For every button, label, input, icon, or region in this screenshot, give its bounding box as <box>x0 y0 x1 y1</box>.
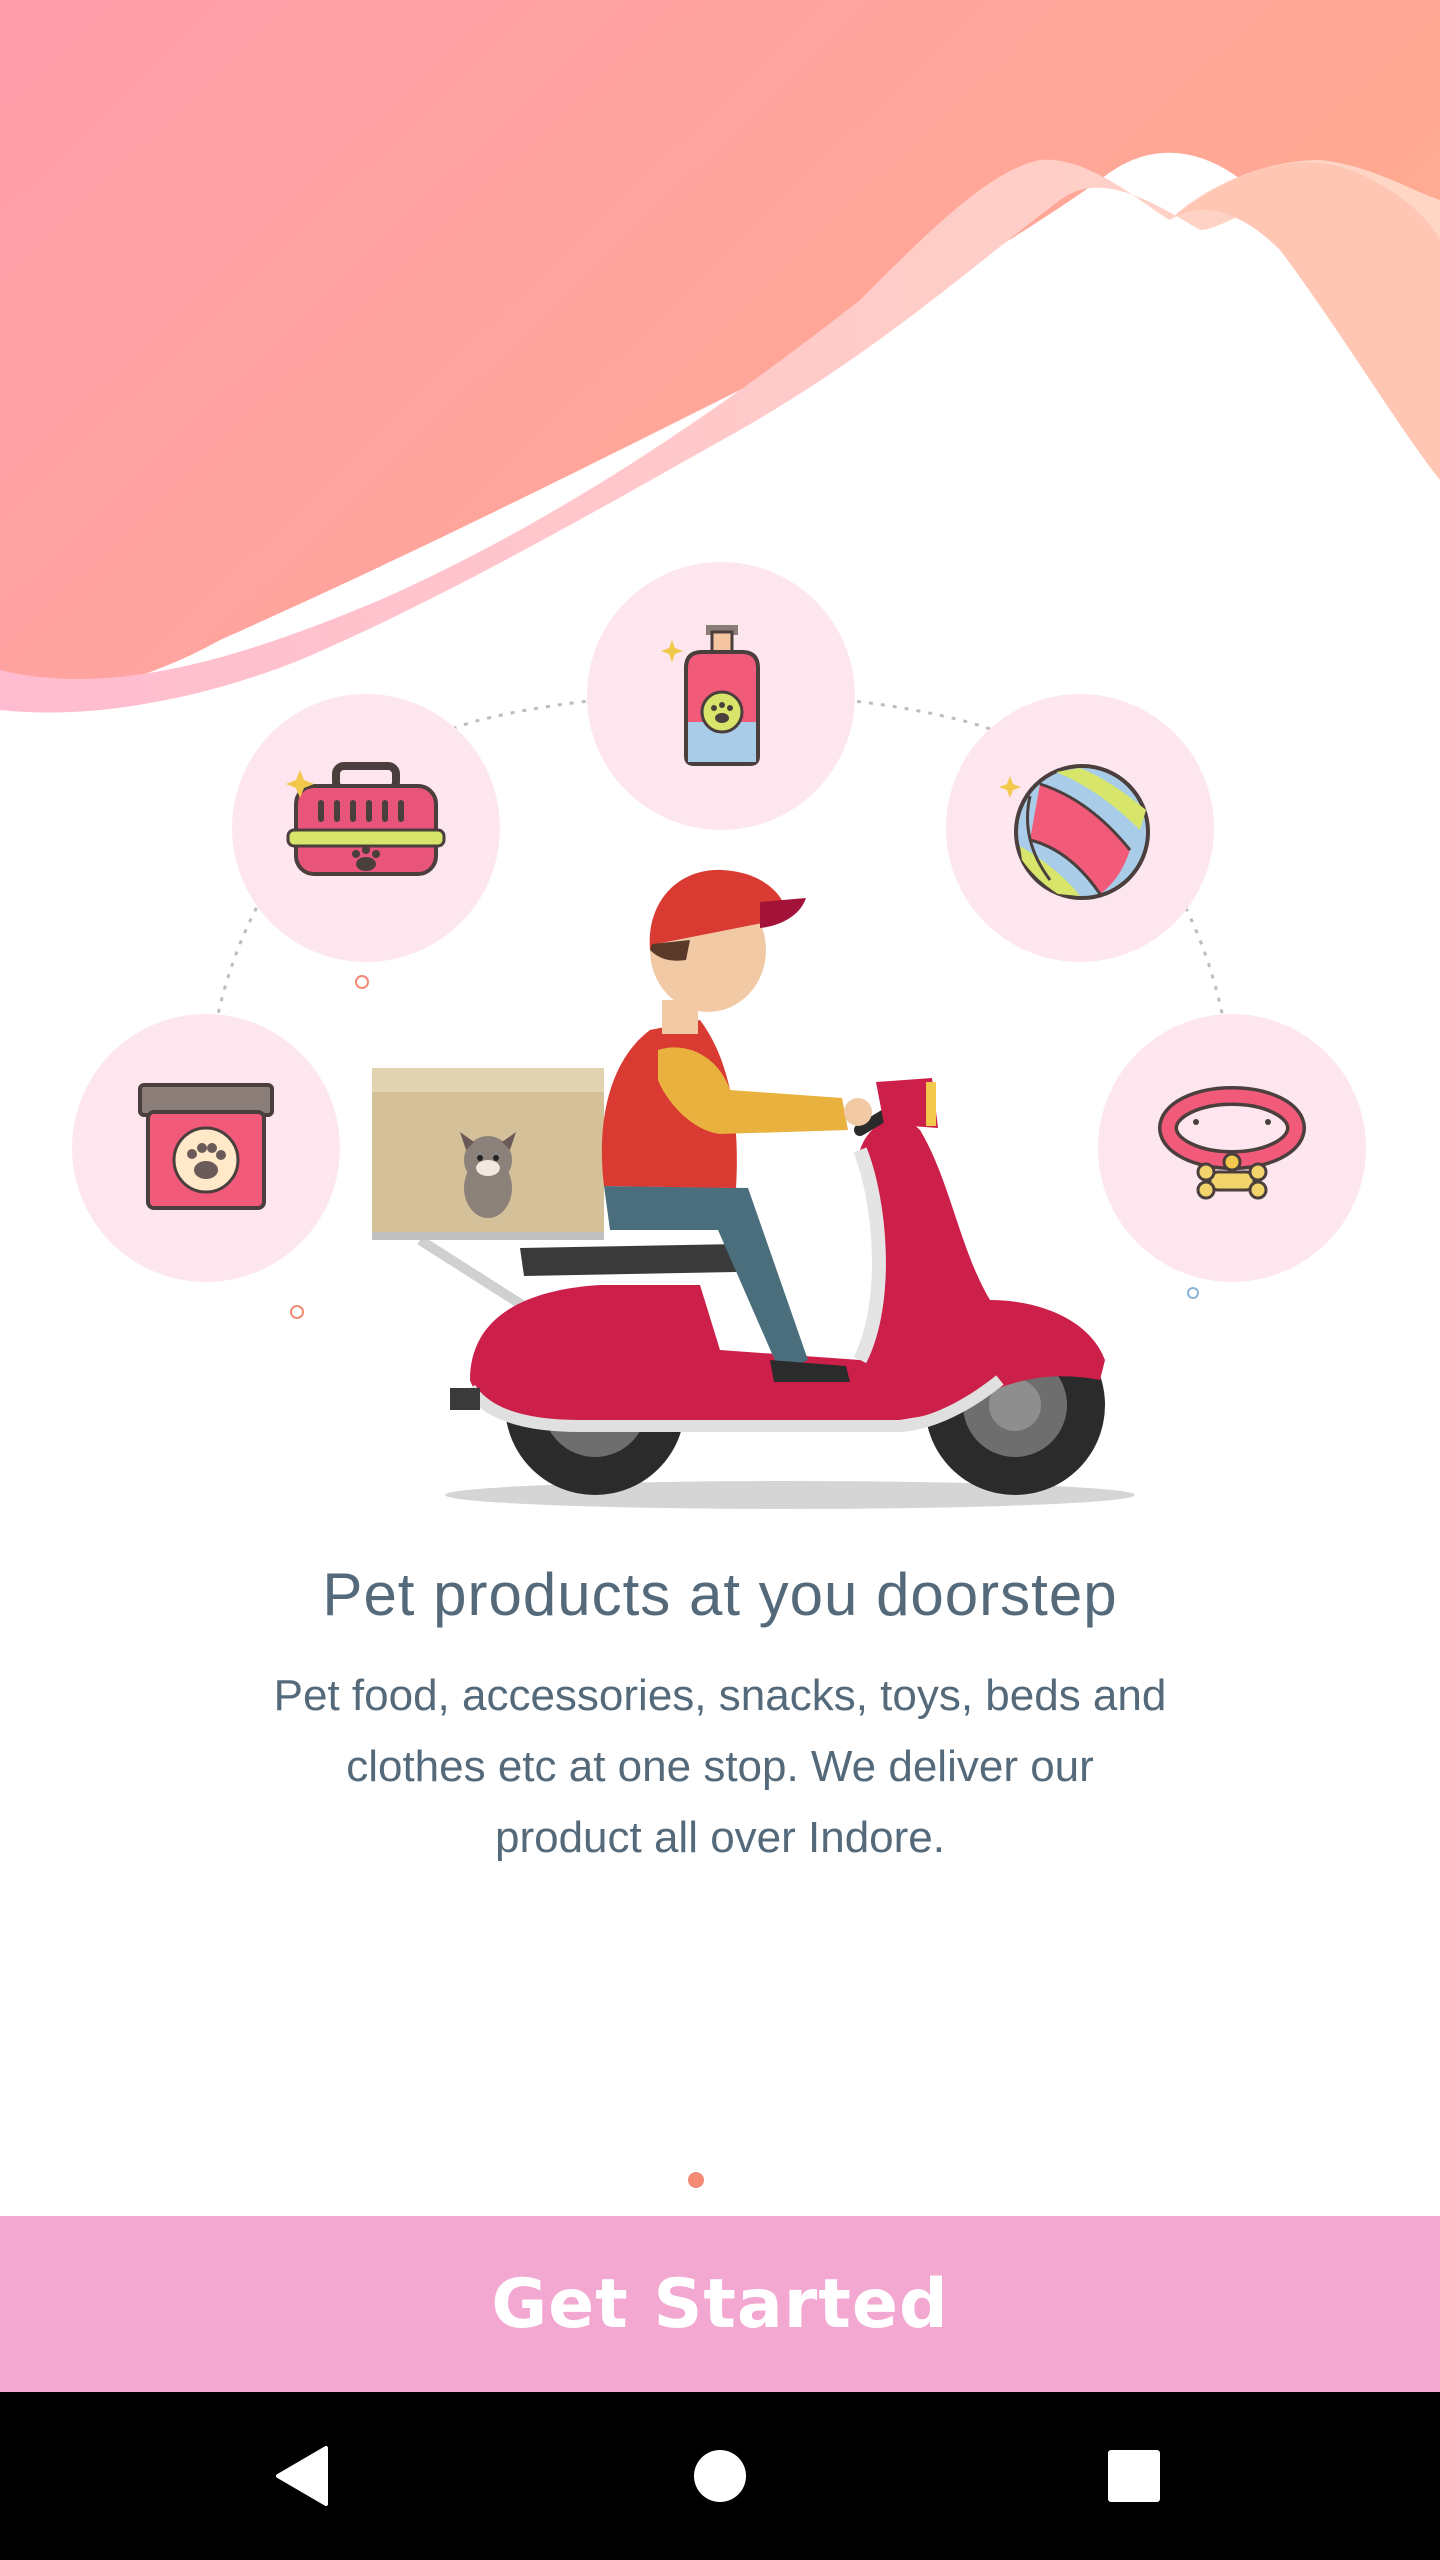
delivery-scooter-illustration <box>372 869 1135 1509</box>
get-started-button[interactable]: Get Started <box>0 2216 1440 2392</box>
nav-back-button[interactable] <box>232 2392 372 2560</box>
system-navigation-bar <box>0 2392 1440 2560</box>
recents-icon <box>1108 2450 1160 2502</box>
onboarding-description: Pet food, accessories, snacks, toys, bed… <box>273 1671 1167 1862</box>
nav-recents-button[interactable] <box>1064 2392 1204 2560</box>
back-icon <box>276 2446 328 2506</box>
nav-home-button[interactable] <box>650 2392 790 2560</box>
pet-food-jar-icon <box>138 1083 274 1210</box>
home-icon <box>694 2450 746 2502</box>
onboarding-screen: Pet products at you doorstep Pet food, a… <box>0 0 1440 2560</box>
onboarding-headline: Pet products at you doorstep <box>322 1561 1118 1628</box>
page-indicator-dot <box>688 2172 704 2188</box>
delivery-illustration <box>72 562 1366 1509</box>
